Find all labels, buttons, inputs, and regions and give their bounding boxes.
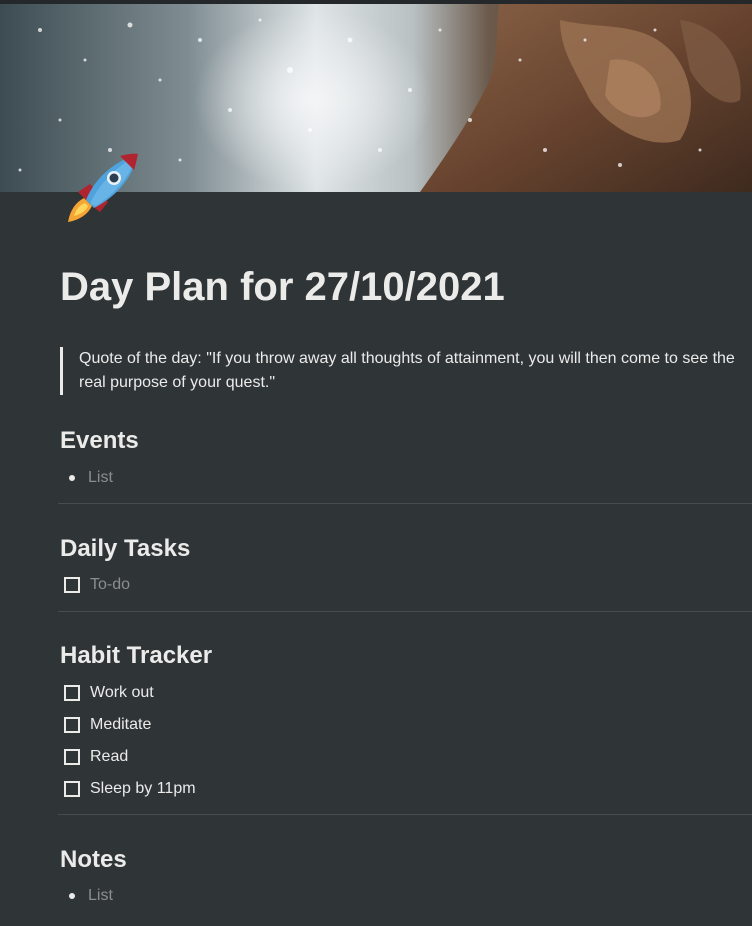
bullet-icon bbox=[69, 475, 75, 481]
page-title[interactable]: Day Plan for 27/10/2021 bbox=[60, 263, 505, 311]
list-item-placeholder: List bbox=[88, 469, 113, 486]
rocket-icon-art bbox=[68, 153, 138, 222]
list-item-placeholder: List bbox=[88, 887, 113, 904]
checkbox[interactable] bbox=[64, 717, 80, 733]
todo-label: Read bbox=[90, 748, 129, 765]
checkbox[interactable] bbox=[64, 685, 80, 701]
heading-habit-tracker[interactable]: Habit Tracker bbox=[60, 641, 212, 671]
todo-label: Sleep by 11pm bbox=[90, 780, 196, 797]
heading-daily-tasks[interactable]: Daily Tasks bbox=[60, 534, 190, 564]
todo-item[interactable]: To-do bbox=[60, 572, 130, 598]
todo-label: Work out bbox=[90, 684, 154, 701]
bullet-icon bbox=[69, 893, 75, 899]
heading-events[interactable]: Events bbox=[60, 426, 139, 456]
todo-item-read[interactable]: Read bbox=[60, 744, 128, 770]
rocket-icon[interactable] bbox=[60, 148, 142, 230]
divider bbox=[58, 503, 752, 504]
todo-item-meditate[interactable]: Meditate bbox=[60, 712, 151, 738]
list-item[interactable]: List bbox=[60, 465, 113, 491]
checkbox[interactable] bbox=[64, 749, 80, 765]
todo-label: Meditate bbox=[90, 716, 152, 733]
divider bbox=[58, 814, 752, 815]
todo-placeholder: To-do bbox=[90, 576, 131, 593]
page: Day Plan for 27/10/2021 Quote of the day… bbox=[0, 0, 752, 926]
todo-item-work-out[interactable]: Work out bbox=[60, 680, 154, 706]
todo-item-sleep[interactable]: Sleep by 11pm bbox=[60, 776, 196, 802]
top-bar bbox=[0, 0, 752, 4]
checkbox[interactable] bbox=[64, 577, 80, 593]
list-item[interactable]: List bbox=[60, 883, 113, 909]
divider bbox=[58, 611, 752, 612]
quote-block[interactable]: Quote of the day: "If you throw away all… bbox=[60, 347, 740, 395]
heading-notes[interactable]: Notes bbox=[60, 845, 127, 875]
checkbox[interactable] bbox=[64, 781, 80, 797]
